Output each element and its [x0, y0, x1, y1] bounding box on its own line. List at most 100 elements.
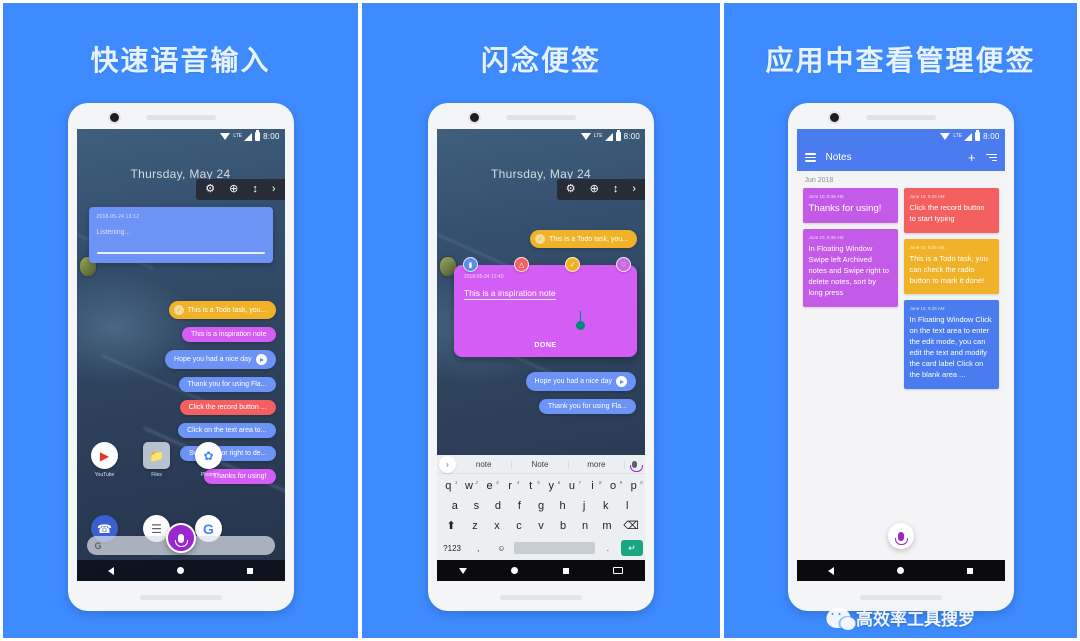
- key-i[interactable]: 8i: [583, 479, 602, 494]
- suggestion-2[interactable]: Note: [512, 459, 569, 469]
- label-yellow-icon[interactable]: ✓: [565, 257, 580, 272]
- photos-icon[interactable]: ✿: [195, 442, 222, 469]
- space-key[interactable]: [514, 542, 595, 554]
- key-p[interactable]: 0p: [624, 479, 643, 494]
- enter-key[interactable]: ↵: [620, 540, 643, 556]
- key-c[interactable]: c: [509, 519, 529, 534]
- key-j[interactable]: j: [574, 499, 594, 514]
- key-a[interactable]: a: [445, 499, 465, 514]
- gear-icon[interactable]: ⚙: [205, 184, 215, 195]
- list-item[interactable]: Hope you had a nice day: [525, 372, 636, 391]
- todo-check-icon[interactable]: ✓: [535, 234, 546, 244]
- recents-icon[interactable]: [247, 567, 253, 574]
- note-card[interactable]: June 10, 9:36 AM Thanks for using!: [802, 188, 898, 224]
- listening-note-card[interactable]: 2018-05-24 13:12 Listening...: [88, 207, 273, 263]
- key-o[interactable]: 9o: [604, 479, 623, 494]
- key-q[interactable]: 1q: [439, 479, 458, 494]
- home-icon[interactable]: [177, 567, 184, 574]
- youtube-icon[interactable]: ▶: [91, 442, 118, 469]
- back-icon[interactable]: [828, 566, 834, 575]
- play-icon[interactable]: [255, 354, 267, 365]
- emoji-key[interactable]: ☺: [491, 541, 511, 556]
- app-photos[interactable]: ✿ Photos: [193, 442, 225, 478]
- collapse-icon[interactable]: ›: [632, 184, 636, 195]
- mic-icon[interactable]: [625, 455, 645, 473]
- list-item[interactable]: Click the record button ...: [179, 400, 276, 415]
- key-u[interactable]: 7u: [563, 479, 582, 494]
- home-icon[interactable]: [897, 567, 904, 574]
- note-card[interactable]: June 10, 9:36 AM In Floating Window Clic…: [903, 300, 999, 389]
- app-files[interactable]: 📁 Files: [141, 442, 173, 478]
- back-icon[interactable]: [108, 566, 114, 575]
- period-key[interactable]: .: [598, 541, 618, 556]
- list-item[interactable]: Thank you for using Fla...: [178, 377, 276, 392]
- text-cursor-handle[interactable]: [576, 311, 585, 330]
- hamburger-icon[interactable]: [804, 151, 816, 164]
- key-n[interactable]: n: [575, 519, 595, 534]
- note-card[interactable]: June 10, 9:36 AM Click the record button…: [903, 188, 999, 233]
- mic-record-button[interactable]: [887, 523, 914, 549]
- floating-toolbar[interactable]: ⚙ ⊕ ↕ ›: [556, 179, 645, 200]
- key-r[interactable]: 4r: [501, 479, 520, 494]
- comma-key[interactable]: ,: [468, 541, 488, 556]
- suggestion-3[interactable]: more: [569, 459, 625, 469]
- key-l[interactable]: l: [617, 499, 637, 514]
- key-num: 1: [454, 480, 458, 485]
- home-icon[interactable]: [511, 567, 519, 574]
- note-card[interactable]: June 10, 9:36 AM This is a Todo task, yo…: [903, 238, 999, 295]
- key-v[interactable]: v: [531, 519, 551, 534]
- key-t[interactable]: 5t: [521, 479, 540, 494]
- expand-icon[interactable]: ›: [439, 455, 456, 473]
- add-icon[interactable]: ⊕: [229, 184, 238, 195]
- key-d[interactable]: d: [488, 499, 508, 514]
- app-youtube[interactable]: ▶ YouTube: [89, 442, 121, 478]
- play-icon[interactable]: [616, 376, 627, 387]
- resize-icon[interactable]: ↕: [613, 184, 619, 195]
- key-w[interactable]: 2w: [460, 479, 479, 494]
- label-red-icon[interactable]: △: [514, 257, 529, 272]
- list-item[interactable]: Thank you for using Fla...: [539, 399, 636, 414]
- key-h[interactable]: h: [553, 499, 573, 514]
- done-button[interactable]: DONE: [454, 342, 637, 349]
- list-item[interactable]: ✓ This is a Todo task, you...: [168, 301, 276, 319]
- files-icon[interactable]: 📁: [143, 442, 170, 469]
- todo-check-icon[interactable]: ✓: [173, 305, 184, 315]
- key-g[interactable]: g: [531, 499, 551, 514]
- gear-icon[interactable]: ⚙: [566, 184, 576, 195]
- list-item[interactable]: Click on the text area to...: [178, 423, 276, 438]
- key-e[interactable]: 3e: [480, 479, 499, 494]
- mic-record-button[interactable]: [165, 523, 196, 553]
- key-m[interactable]: m: [597, 519, 617, 534]
- floating-toolbar[interactable]: ⚙ ⊕ ↕ ›: [196, 179, 285, 200]
- suggestion-1[interactable]: note: [456, 459, 513, 469]
- note-text-input[interactable]: This is a inspiration note: [464, 288, 556, 300]
- key-b[interactable]: b: [553, 519, 573, 534]
- key-s[interactable]: s: [467, 499, 487, 514]
- label-purple-icon[interactable]: ♡: [616, 257, 631, 272]
- numbers-key[interactable]: ?123: [439, 541, 465, 556]
- key-k[interactable]: k: [596, 499, 616, 514]
- collapse-icon[interactable]: ›: [272, 184, 276, 195]
- list-item[interactable]: This is a inspiration note: [182, 327, 276, 342]
- shift-key[interactable]: ⬆: [439, 519, 463, 534]
- key-z[interactable]: z: [465, 519, 485, 534]
- key-x[interactable]: x: [487, 519, 507, 534]
- delete-key[interactable]: ⌫: [619, 519, 643, 534]
- key-y[interactable]: 6y: [542, 479, 561, 494]
- key-f[interactable]: f: [510, 499, 530, 514]
- label-color-picker[interactable]: ▮ △ ✓ ♡: [463, 257, 631, 272]
- list-item[interactable]: Hope you had a nice day: [165, 350, 276, 369]
- keyboard-switch-icon[interactable]: [612, 567, 623, 574]
- sort-icon[interactable]: [985, 152, 997, 164]
- label-blue-icon[interactable]: ▮: [463, 257, 478, 272]
- add-icon[interactable]: ⊕: [590, 184, 599, 195]
- todo-pill[interactable]: ✓ This is a Todo task, you...: [530, 230, 637, 248]
- hide-keyboard-icon[interactable]: [459, 567, 468, 574]
- resize-icon[interactable]: ↕: [252, 184, 258, 195]
- recents-icon[interactable]: [967, 567, 973, 574]
- recents-icon[interactable]: [562, 567, 569, 574]
- note-card[interactable]: June 10, 9:36 AM In Floating Window Swip…: [802, 229, 898, 307]
- android-keyboard[interactable]: › note Note more 1q 2w 3e 4r 5t 6 y 7 u …: [437, 455, 645, 560]
- note-edit-card[interactable]: 2018-05-24 12:40 This is a inspiration n…: [454, 265, 637, 357]
- plus-icon[interactable]: +: [968, 150, 976, 165]
